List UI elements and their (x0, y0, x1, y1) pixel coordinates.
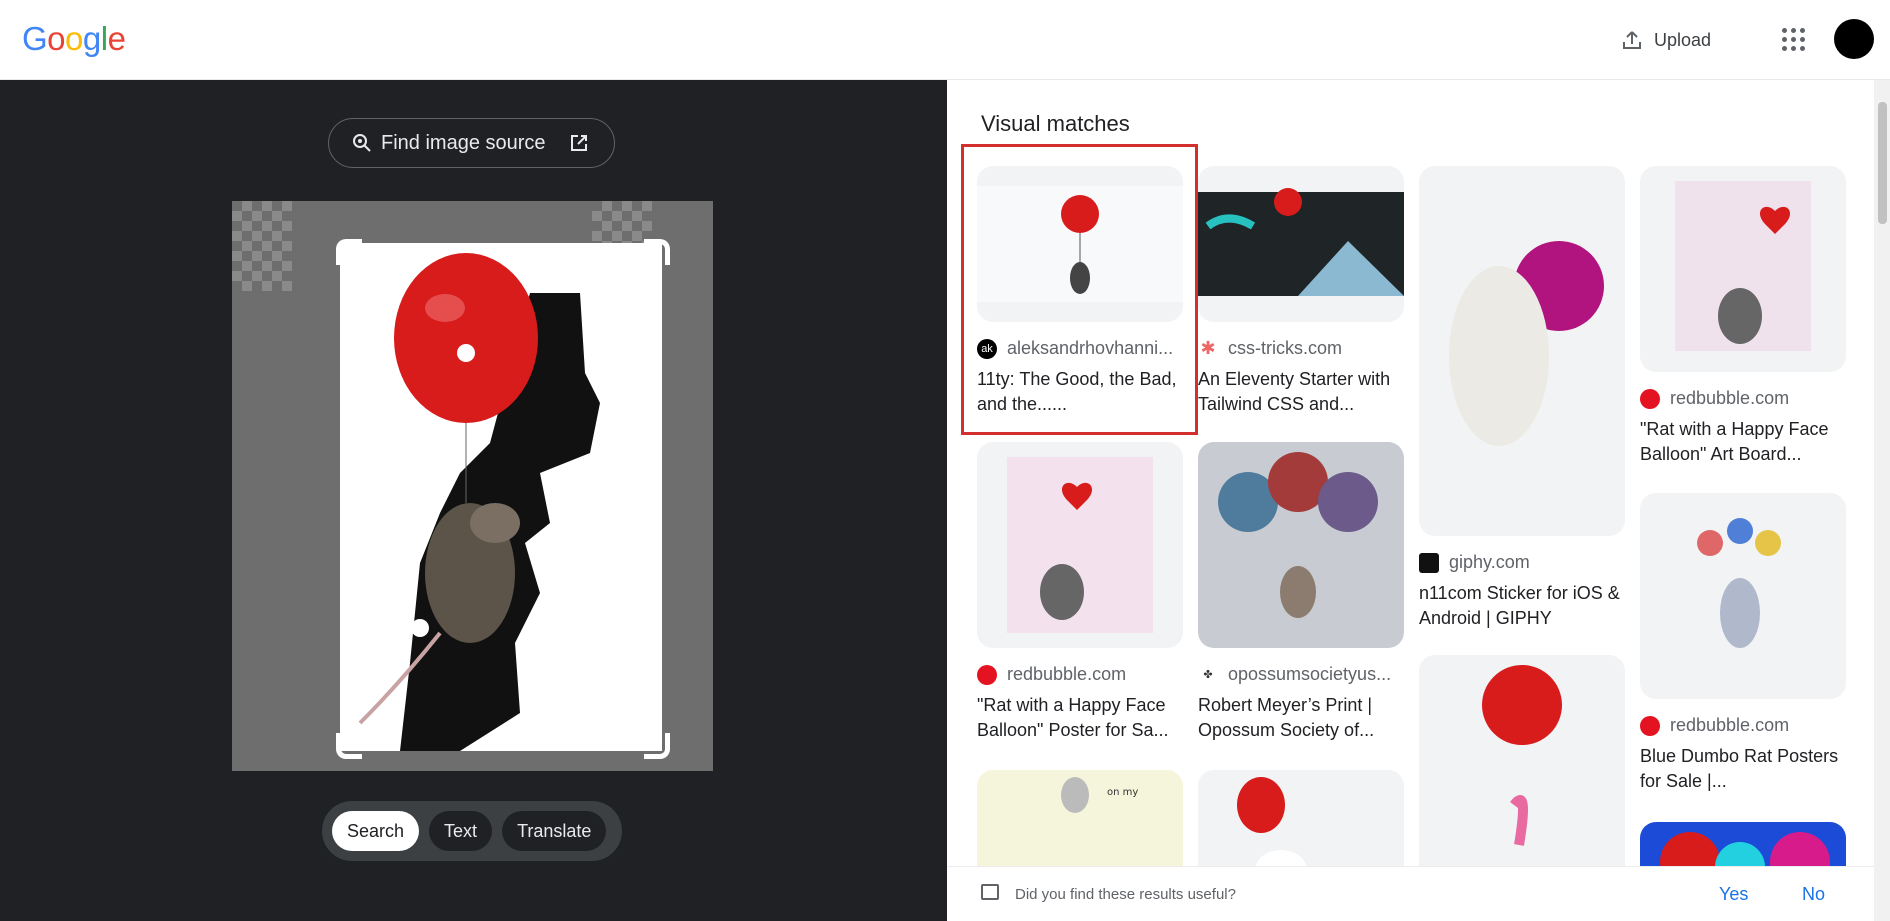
result-thumbnail[interactable] (1640, 493, 1846, 699)
result-card[interactable] (1419, 655, 1625, 890)
header: Google Upload (0, 0, 1890, 80)
result-title: "Rat with a Happy Face Balloon" Poster f… (977, 695, 1169, 740)
result-title: An Eleventy Starter with Tailwind CSS an… (1198, 369, 1391, 414)
crop-selection[interactable] (340, 243, 662, 751)
result-thumbnail[interactable] (977, 166, 1183, 322)
result-title: Blue Dumbo Rat Posters for Sale |... (1640, 746, 1839, 791)
result-source: css-tricks.com (1228, 338, 1342, 358)
scrollbar-thumb[interactable] (1878, 102, 1887, 224)
result-title: "Rat with a Happy Face Balloon" Art Boar… (1640, 419, 1829, 464)
result-card[interactable]: redbubble.com Blue Dumbo Rat Posters for… (1640, 493, 1846, 794)
result-card[interactable]: ak aleksandrhovhanni... 11ty: The Good, t… (977, 166, 1183, 417)
feedback-question: Did you find these results useful? (1015, 885, 1236, 903)
giphy-icon (1419, 552, 1439, 573)
result-card[interactable]: giphy.com n11com Sticker for iOS & Andro… (1419, 166, 1625, 631)
tab-translate[interactable]: Translate (502, 811, 607, 851)
result-source: opossumsocietyus... (1228, 664, 1392, 684)
results-panel: Visual matches ak aleksandrhovhanni... 11… (947, 80, 1890, 921)
result-title: Robert Meyer’s Print | Opossum Society o… (1198, 695, 1375, 740)
result-source: redbubble.com (1007, 664, 1127, 684)
redbubble-icon (1640, 388, 1660, 409)
lens-image-panel: Find image source Search Text Translate (0, 80, 947, 921)
google-logo[interactable]: Google (22, 20, 126, 58)
result-card[interactable]: ✱ css-tricks.com An Eleventy Starter with… (1198, 166, 1404, 417)
lens-mode-tabs: Search Text Translate (322, 801, 622, 861)
result-source: aleksandrhovhanni... (1007, 338, 1174, 358)
rat-balloon-image (358, 253, 600, 751)
find-image-source-button[interactable]: Find image source (328, 118, 615, 168)
google-apps-icon[interactable] (1780, 26, 1806, 52)
result-source: redbubble.com (1670, 715, 1790, 735)
account-avatar[interactable] (1834, 19, 1874, 59)
feedback-icon (981, 884, 999, 900)
result-card[interactable]: redbubble.com "Rat with a Happy Face Bal… (1640, 166, 1846, 467)
feedback-bar: Did you find these results useful? Yes N… (947, 866, 1874, 921)
redbubble-icon (1640, 715, 1660, 736)
open-external-icon (570, 135, 587, 151)
alek-avatar-icon: ak (977, 338, 997, 359)
uploaded-image-area[interactable] (232, 201, 713, 771)
feedback-no-button[interactable]: No (1802, 884, 1825, 905)
result-source: giphy.com (1449, 552, 1530, 572)
css-tricks-asterisk-icon: ✱ (1200, 338, 1216, 358)
lens-search-icon (353, 134, 371, 152)
result-card[interactable]: ✤ opossumsocietyus... Robert Meyer’s Prin… (1198, 442, 1404, 743)
find-source-label: Find image source (381, 131, 546, 154)
result-source: redbubble.com (1670, 388, 1790, 408)
result-thumbnail[interactable] (1640, 166, 1846, 372)
result-thumbnail[interactable] (1419, 166, 1625, 536)
upload-label: Upload (1654, 29, 1712, 50)
tab-search[interactable]: Search (332, 811, 420, 851)
upload-icon (1623, 31, 1641, 49)
result-thumbnail[interactable] (1198, 166, 1404, 322)
result-thumbnail[interactable] (1419, 655, 1625, 890)
svg-text:on my: on my (1107, 787, 1138, 798)
feedback-yes-button[interactable]: Yes (1719, 884, 1748, 905)
redbubble-icon (977, 664, 997, 685)
tab-text[interactable]: Text (429, 811, 493, 851)
upload-button[interactable]: Upload (1612, 22, 1719, 58)
result-title: n11com Sticker for iOS & Android | GIPHY (1419, 583, 1620, 628)
result-card[interactable]: redbubble.com "Rat with a Happy Face Bal… (977, 442, 1183, 743)
results-scrollbar[interactable] (1874, 80, 1890, 921)
result-thumbnail[interactable] (1198, 442, 1404, 648)
result-thumbnail[interactable] (977, 442, 1183, 648)
visual-matches-title: Visual matches (981, 111, 1130, 136)
opossum-icon: ✤ (1203, 669, 1213, 681)
result-title: 11ty: The Good, the Bad, and the...... (977, 369, 1177, 414)
